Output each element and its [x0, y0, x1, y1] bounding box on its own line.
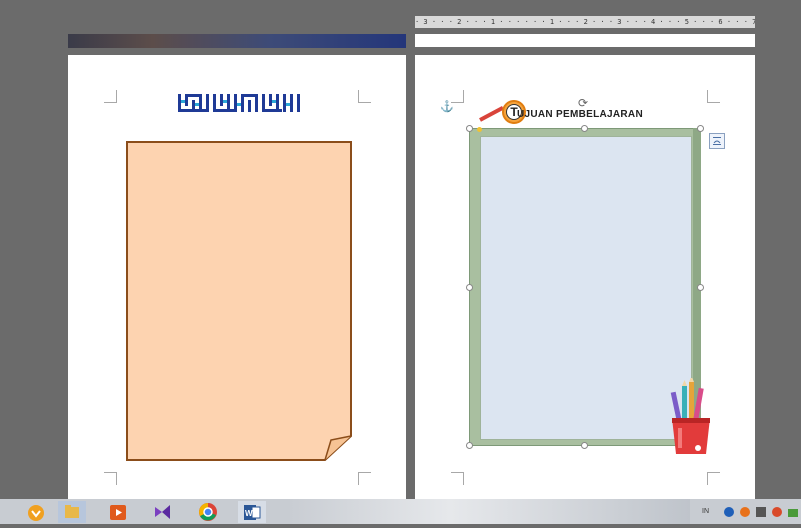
visual-studio-icon[interactable] [148, 501, 176, 523]
margin-corner-mark [358, 472, 371, 485]
margin-corner-mark [707, 90, 720, 103]
resize-handle[interactable] [466, 125, 473, 132]
left-page-header-image [68, 34, 406, 48]
word-icon[interactable]: W [238, 501, 266, 523]
resize-handle[interactable] [466, 284, 473, 291]
file-explorer-icon[interactable] [58, 501, 86, 523]
resize-handle[interactable] [697, 284, 704, 291]
arabic-calligraphy-logo[interactable] [176, 90, 306, 116]
battery-icon[interactable] [788, 509, 798, 517]
language-indicator[interactable]: IN [702, 508, 709, 515]
margin-corner-mark [104, 472, 117, 485]
paper-shape[interactable] [125, 140, 353, 462]
network-icon[interactable] [756, 507, 766, 517]
tray-app-icon[interactable] [740, 507, 750, 517]
right-page-header[interactable] [415, 34, 755, 47]
bluetooth-icon[interactable] [724, 507, 734, 517]
chrome-icon[interactable] [194, 501, 222, 523]
pencil-cup-icon [670, 378, 710, 454]
layout-options-button[interactable] [709, 133, 725, 149]
anchor-icon[interactable]: ⚓ [440, 100, 454, 113]
start-icon[interactable] [22, 501, 50, 523]
resize-handle[interactable] [697, 125, 704, 132]
resize-handle[interactable] [466, 442, 473, 449]
picture-frame-inner [480, 136, 692, 440]
margin-corner-mark [358, 90, 371, 103]
rotate-handle-icon[interactable]: ⟳ [578, 96, 588, 110]
margin-corner-mark [707, 472, 720, 485]
resize-handle[interactable] [581, 442, 588, 449]
layout-options-icon [713, 137, 721, 145]
resize-handle[interactable] [581, 125, 588, 132]
margin-corner-mark [451, 472, 464, 485]
svg-text:W: W [245, 509, 253, 518]
margin-corner-mark [104, 90, 117, 103]
horizontal-ruler[interactable]: · 3 · · · 2 · · · 1 · · · · · · 1 · · · … [415, 16, 755, 28]
media-player-icon[interactable] [104, 501, 132, 523]
taskbar-background [290, 499, 690, 524]
adjust-handle[interactable] [477, 127, 482, 132]
tray-app-icon[interactable] [772, 507, 782, 517]
heading-title[interactable]: UJUAN PEMBELAJARAN [517, 109, 643, 120]
